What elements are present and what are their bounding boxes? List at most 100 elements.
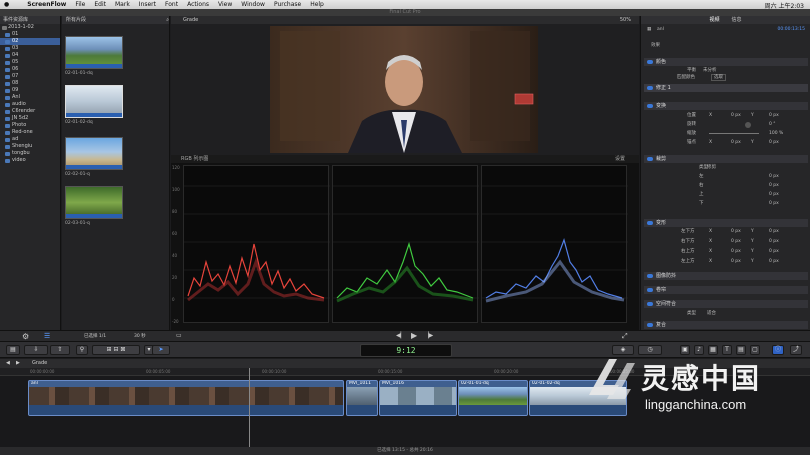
gear-icon[interactable]: ⚙ — [22, 332, 29, 341]
match-color-button[interactable]: 选取 — [711, 74, 726, 81]
list-view-icon[interactable]: ☰ — [44, 332, 50, 340]
library-event-item[interactable]: 08 — [0, 80, 60, 87]
distort-x[interactable]: 0 px — [731, 238, 741, 245]
distort-x[interactable]: 0 px — [731, 228, 741, 235]
select-tool-button[interactable]: ➤ — [152, 345, 170, 355]
timeline-clip[interactable]: MVI_1011 — [346, 380, 378, 416]
library-event-item[interactable]: Shengiu — [0, 143, 60, 150]
timecode-display[interactable]: 9:12 — [360, 344, 452, 357]
music-browser-button[interactable]: ♪ — [694, 345, 704, 355]
library-event-item[interactable]: Anl — [0, 94, 60, 101]
scale-value[interactable]: 100 % — [769, 130, 783, 137]
distort-x[interactable]: 0 px — [731, 248, 741, 255]
distort-x[interactable]: 0 px — [731, 258, 741, 265]
generators-button[interactable]: ▤ — [736, 345, 746, 355]
browser-clip[interactable]: 02-01-02-dq — [65, 85, 123, 125]
crop-value[interactable]: 0 px — [769, 200, 779, 207]
edit-buttons[interactable]: ⊞ ⊟ ⊠ — [92, 345, 140, 355]
zoom-value[interactable]: 30 秒 — [134, 333, 146, 339]
timeline-clip[interactable]: anl — [28, 380, 344, 416]
rotation-dial[interactable] — [745, 122, 751, 128]
inspector-button[interactable]: ⓘ — [772, 345, 784, 355]
library-event-item[interactable]: 07 — [0, 73, 60, 80]
library-event-item[interactable]: Photo — [0, 122, 60, 129]
menu-view[interactable]: View — [218, 1, 232, 8]
previous-frame-icon[interactable]: ◀▏ — [396, 332, 405, 339]
retime-button[interactable]: ◷ — [638, 345, 662, 355]
library-event-item[interactable]: 04 — [0, 52, 60, 59]
scope-options-icon[interactable]: ▭ — [176, 332, 182, 339]
import-button[interactable]: ⇩ — [24, 345, 48, 355]
menu-purchase[interactable]: Purchase — [274, 1, 301, 8]
browser-header[interactable]: 所有片段 — [66, 16, 86, 24]
section-rolling-shutter[interactable]: 卷帘 — [644, 286, 808, 294]
library-event-item[interactable]: C6render — [0, 108, 60, 115]
section-transform[interactable]: 变换 — [644, 102, 808, 110]
section-crop[interactable]: 裁剪 — [644, 155, 808, 163]
distort-y[interactable]: 0 px — [769, 248, 779, 255]
back-arrow-icon[interactable]: ◀ — [6, 359, 10, 368]
browser-search-icon[interactable]: ⌕ — [166, 16, 169, 24]
library-event-item[interactable]: 03 — [0, 45, 60, 52]
scale-slider[interactable] — [709, 133, 759, 134]
keyword-button[interactable]: ⚲ — [76, 345, 88, 355]
app-menu[interactable]: ScreenFlow — [27, 1, 66, 8]
forward-arrow-icon[interactable]: ▶ — [16, 359, 20, 368]
apple-icon[interactable]: ● — [4, 1, 9, 8]
menu-actions[interactable]: Actions — [187, 1, 209, 8]
section-correction[interactable]: 修正 1 — [644, 84, 808, 92]
crop-value[interactable]: 0 px — [769, 173, 779, 180]
rotation-value[interactable]: 0 ° — [769, 121, 776, 128]
library-event-item[interactable]: JN 5d2 — [0, 115, 60, 122]
distort-y[interactable]: 0 px — [769, 258, 779, 265]
anchor-y[interactable]: 0 px — [769, 139, 779, 146]
timeline-clip[interactable]: MVI_1016 — [379, 380, 457, 416]
anchor-x[interactable]: 0 px — [731, 139, 741, 146]
video-frame[interactable] — [270, 26, 538, 153]
section-color[interactable]: 颜色 — [644, 58, 808, 66]
tab-info[interactable]: 信息 — [732, 16, 742, 24]
library-event-item[interactable]: video — [0, 157, 60, 164]
library-event-item[interactable]: tongbu — [0, 150, 60, 157]
themes-button[interactable]: ▢ — [750, 345, 760, 355]
library-event-item[interactable]: Red-one — [0, 129, 60, 136]
library-event-item[interactable]: 02 — [0, 38, 60, 45]
transitions-button[interactable]: ▦ — [708, 345, 718, 355]
enhance-button[interactable]: ◈ — [612, 345, 634, 355]
tab-video[interactable]: 视频 — [709, 16, 719, 24]
library-root[interactable]: 2013-1-02 — [0, 24, 60, 31]
library-toggle-button[interactable]: ▤ — [6, 345, 20, 355]
play-icon[interactable]: ▶ — [411, 331, 417, 340]
clip-thumbnail[interactable] — [65, 137, 123, 170]
library-event-item[interactable]: 05 — [0, 59, 60, 66]
distort-y[interactable]: 0 px — [769, 238, 779, 245]
clip-thumbnail[interactable] — [65, 186, 123, 219]
library-event-item[interactable]: 01 — [0, 31, 60, 38]
clip-thumbnail[interactable] — [65, 85, 123, 118]
playhead[interactable] — [249, 368, 250, 447]
menu-window[interactable]: Window — [241, 1, 265, 8]
next-frame-icon[interactable]: ▕▶ — [424, 332, 433, 339]
fullscreen-icon[interactable]: ⤢ — [622, 332, 628, 341]
crop-value[interactable]: 修剪 — [707, 164, 716, 171]
section-distort[interactable]: 变形 — [644, 219, 808, 227]
clip-thumbnail[interactable] — [65, 36, 123, 69]
share-export-button[interactable]: ⤴ — [790, 345, 802, 355]
position-x[interactable]: 0 px — [731, 112, 741, 119]
library-event-item[interactable]: audio — [0, 101, 60, 108]
section-spatial-conform[interactable]: 空间符合 — [644, 300, 808, 308]
crop-value[interactable]: 0 px — [769, 191, 779, 198]
browser-clip[interactable]: 02-01-01-dq — [65, 36, 123, 76]
menu-insert[interactable]: Insert — [139, 1, 156, 8]
section-stabilization[interactable]: 图像防抖 — [644, 272, 808, 280]
menu-file[interactable]: File — [75, 1, 85, 8]
library-event-item[interactable]: 09 — [0, 87, 60, 94]
menu-font[interactable]: Font — [165, 1, 178, 8]
share-button[interactable]: ⇧ — [50, 345, 70, 355]
conform-type-value[interactable]: 适合 — [707, 310, 716, 317]
menu-edit[interactable]: Edit — [94, 1, 106, 8]
menu-mark[interactable]: Mark — [115, 1, 130, 8]
browser-clip[interactable]: 02-02-01-q — [65, 137, 123, 177]
position-y[interactable]: 0 px — [769, 112, 779, 119]
section-composite[interactable]: 复合 — [644, 321, 808, 329]
